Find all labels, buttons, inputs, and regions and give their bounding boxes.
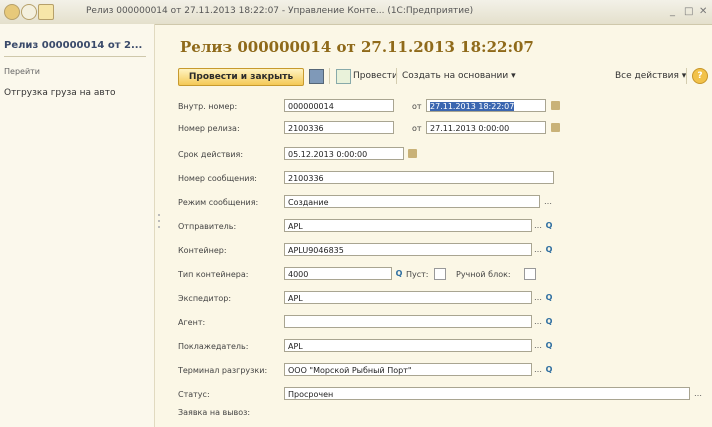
status-field[interactable]: Просрочен (284, 387, 690, 400)
message-number-field[interactable]: 2100336 (284, 171, 554, 184)
toolbar-divider (329, 68, 330, 84)
status-select-button[interactable]: … (692, 387, 704, 400)
sender-label: Отправитель: (178, 222, 237, 231)
forwarder-label: Экспедитор: (178, 294, 232, 303)
nav-separator (4, 56, 146, 57)
release-date-from-label: от (412, 124, 422, 133)
terminal-search-icon[interactable]: Q (543, 363, 555, 376)
minimize-button[interactable]: _ (670, 6, 675, 17)
request-label: Заявка на вывоз: (178, 408, 251, 417)
agent-field[interactable] (284, 315, 532, 328)
toolbar-divider (686, 68, 687, 84)
container-type-field[interactable]: 4000 (284, 267, 392, 280)
window-title: Релиз 000000014 от 27.11.2013 18:22:07 -… (86, 6, 474, 16)
nav-item-shipment[interactable]: Отгрузка груза на авто (4, 88, 115, 98)
status-label: Статус: (178, 390, 210, 399)
save-icon[interactable] (309, 69, 324, 84)
release-number-label: Номер релиза: (178, 124, 240, 133)
internal-number-label: Внутр. номер: (178, 102, 238, 111)
calendar-icon[interactable] (551, 123, 560, 132)
client-field[interactable]: APL (284, 339, 532, 352)
message-mode-field[interactable]: Создание (284, 195, 540, 208)
empty-checkbox[interactable] (434, 268, 446, 280)
client-search-icon[interactable]: Q (543, 339, 555, 352)
container-field[interactable]: APLU9046835 (284, 243, 532, 256)
manual-block-label: Ручной блок: (456, 270, 511, 279)
home-icon[interactable] (38, 4, 54, 20)
validity-field[interactable]: 05.12.2013 0:00:00 (284, 147, 404, 160)
release-date-field[interactable]: 27.11.2013 0:00:00 (426, 121, 546, 134)
client-label: Поклажедатель: (178, 342, 249, 351)
back-icon[interactable] (21, 4, 37, 20)
nav-group-goto: Перейти (4, 67, 40, 76)
container-type-label: Тип контейнера: (178, 270, 249, 279)
maximize-button[interactable]: □ (684, 6, 693, 17)
calendar-icon[interactable] (408, 149, 417, 158)
form-toolbar: Провести и закрыть Провести Создать на о… (178, 66, 708, 86)
message-mode-label: Режим сообщения: (178, 198, 259, 207)
app-menu-icon[interactable] (4, 4, 20, 20)
navigation-panel: Релиз 000000014 от 2... Перейти Отгрузка… (0, 24, 155, 427)
release-number-field[interactable]: 2100336 (284, 121, 394, 134)
page-title: Релиз 000000014 от 27.11.2013 18:22:07 (180, 38, 534, 56)
close-button[interactable]: ✕ (699, 6, 707, 17)
document-date-field[interactable]: 27.11.2013 18:22:07 (426, 99, 546, 112)
create-based-on-button[interactable]: Создать на основании ▾ (402, 71, 516, 81)
agent-label: Агент: (178, 318, 206, 327)
terminal-field[interactable]: ООО "Морской Рыбный Порт" (284, 363, 532, 376)
container-type-search-icon[interactable]: Q (393, 267, 405, 280)
container-search-icon[interactable]: Q (543, 243, 555, 256)
toolbar-divider (396, 68, 397, 84)
empty-label: Пуст: (406, 270, 429, 279)
document-date-value: 27.11.2013 18:22:07 (430, 102, 515, 111)
message-number-label: Номер сообщения: (178, 174, 258, 183)
sender-search-icon[interactable]: Q (543, 219, 555, 232)
post-icon[interactable] (336, 69, 351, 84)
post-and-close-button[interactable]: Провести и закрыть (178, 68, 304, 86)
document-form: Релиз 000000014 от 27.11.2013 18:22:07 П… (162, 24, 712, 427)
container-label: Контейнер: (178, 246, 227, 255)
forwarder-field[interactable]: APL (284, 291, 532, 304)
sender-field[interactable]: APL (284, 219, 532, 232)
post-button[interactable]: Провести (353, 71, 398, 81)
message-mode-select-button[interactable]: … (542, 195, 554, 208)
all-actions-button[interactable]: Все действия ▾ (615, 71, 686, 81)
terminal-label: Терминал разгрузки: (178, 366, 268, 375)
panel-splitter[interactable] (157, 210, 161, 250)
agent-search-icon[interactable]: Q (543, 315, 555, 328)
help-icon[interactable]: ? (692, 68, 708, 84)
nav-document-title[interactable]: Релиз 000000014 от 2... (4, 40, 142, 51)
manual-block-checkbox[interactable] (524, 268, 536, 280)
internal-number-field[interactable]: 000000014 (284, 99, 394, 112)
date-from-label: от (412, 102, 422, 111)
forwarder-search-icon[interactable]: Q (543, 291, 555, 304)
window-titlebar: Релиз 000000014 от 27.11.2013 18:22:07 -… (0, 0, 712, 25)
validity-label: Срок действия: (178, 150, 244, 159)
calendar-icon[interactable] (551, 101, 560, 110)
